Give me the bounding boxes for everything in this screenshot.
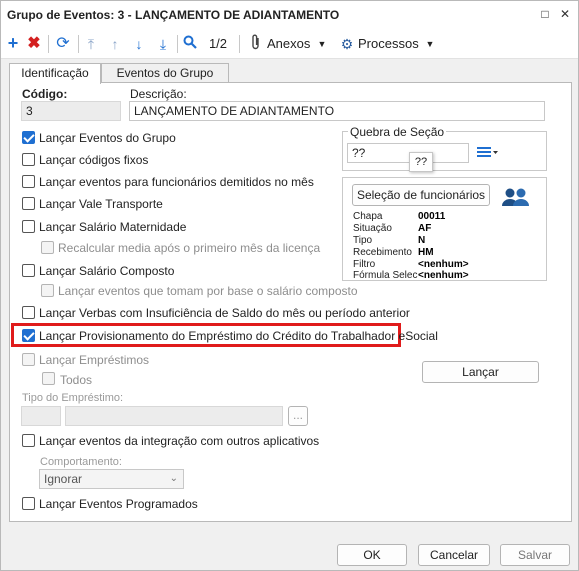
last-record-icon[interactable]: ⤓ bbox=[155, 34, 171, 54]
refresh-icon[interactable]: ⟳ bbox=[54, 34, 72, 54]
toolbar-separator bbox=[48, 35, 49, 53]
tooltip: ?? bbox=[409, 152, 433, 172]
recalcular-media-checkbox[interactable] bbox=[41, 241, 54, 254]
quebra-secao-label: Quebra de Seção bbox=[348, 125, 447, 139]
lancar-eventos-demitidos-checkbox[interactable] bbox=[22, 175, 35, 188]
situacao-value: AF bbox=[418, 223, 432, 234]
paperclip-icon bbox=[249, 34, 263, 54]
situacao-key: Situação bbox=[353, 223, 392, 234]
dialog-window: Grupo de Eventos: 3 - LANÇAMENTO DE ADIA… bbox=[0, 0, 579, 571]
first-record-icon[interactable]: ⤒ bbox=[83, 34, 99, 54]
lancar-verbas-insuficiencia-checkbox[interactable] bbox=[22, 306, 35, 319]
lancar-salario-composto-checkbox[interactable] bbox=[22, 264, 35, 277]
lancar-salario-composto-label: Lançar Salário Composto bbox=[39, 264, 175, 278]
save-button[interactable]: Salvar bbox=[500, 544, 570, 566]
users-icon bbox=[500, 187, 532, 207]
filtro-value: <nenhum> bbox=[418, 259, 469, 270]
lancar-integracao-label: Lançar eventos da integração com outros … bbox=[39, 434, 320, 448]
title-bar: Grupo de Eventos: 3 - LANÇAMENTO DE ADIA… bbox=[1, 1, 578, 29]
list-picker-icon[interactable] bbox=[477, 147, 499, 159]
search-icon[interactable] bbox=[181, 34, 199, 54]
toolbar: + ✖ ⟳ ⤒ ↑ ↓ ⤓ 1/2 Anexos ▼ ⚙ Processos ▼ bbox=[1, 29, 578, 59]
lancar-eventos-grupo-checkbox[interactable] bbox=[22, 131, 35, 144]
tipo-key: Tipo bbox=[353, 235, 373, 246]
codigo-field: 3 bbox=[21, 101, 121, 121]
lancar-vale-transporte-label: Lançar Vale Transporte bbox=[39, 197, 163, 211]
page-indicator: 1/2 bbox=[208, 36, 228, 51]
chapa-key: Chapa bbox=[353, 211, 383, 222]
lancar-programados-label: Lançar Eventos Programados bbox=[39, 497, 198, 511]
lancar-emprestimos-checkbox[interactable] bbox=[22, 353, 35, 366]
filtro-key: Filtro bbox=[353, 259, 376, 270]
toolbar-separator bbox=[78, 35, 79, 53]
lancar-eventos-composto-label: Lançar eventos que tomam por base o salá… bbox=[58, 284, 358, 298]
tipo-emprestimo-description bbox=[65, 406, 283, 426]
lancar-eventos-demitidos-label: Lançar eventos para funcionários demitid… bbox=[39, 175, 314, 189]
codigo-label: Código: bbox=[22, 87, 68, 101]
chapa-value: 00011 bbox=[418, 211, 446, 222]
lancar-provisionamento-label: Lançar Provisionamento do Empréstimo do … bbox=[39, 329, 438, 343]
chevron-down-icon: ⌄ bbox=[169, 473, 178, 484]
comportamento-select[interactable]: Ignorar ⌄ bbox=[39, 469, 184, 489]
comportamento-label: Comportamento: bbox=[40, 456, 122, 468]
toolbar-separator bbox=[239, 35, 240, 53]
tipo-value: N bbox=[418, 235, 426, 246]
processos-menu[interactable]: Processos bbox=[358, 34, 422, 54]
descricao-label: Descrição: bbox=[130, 87, 187, 101]
delete-icon[interactable]: ✖ bbox=[26, 34, 42, 54]
lancar-vale-transporte-checkbox[interactable] bbox=[22, 197, 35, 210]
lancar-emprestimos-label: Lançar Empréstimos bbox=[39, 353, 150, 367]
lancar-salario-maternidade-checkbox[interactable] bbox=[22, 220, 35, 233]
gear-icon: ⚙ bbox=[340, 36, 354, 52]
lancar-eventos-composto-checkbox[interactable] bbox=[41, 284, 54, 297]
tab-eventos-do-grupo[interactable]: Eventos do Grupo bbox=[101, 63, 229, 83]
todos-checkbox[interactable] bbox=[42, 372, 55, 385]
lancar-integracao-checkbox[interactable] bbox=[22, 434, 35, 447]
ok-button[interactable]: OK bbox=[337, 544, 407, 566]
formula-value: <nenhum> bbox=[418, 270, 469, 281]
todos-label: Todos bbox=[60, 373, 93, 387]
tipo-emprestimo-label: Tipo do Empréstimo: bbox=[22, 392, 124, 404]
quebra-secao-input[interactable]: ?? bbox=[347, 143, 469, 163]
lancar-eventos-grupo-label: Lançar Eventos do Grupo bbox=[39, 131, 176, 145]
comportamento-value: Ignorar bbox=[44, 472, 83, 486]
tab-strip: Identificação Eventos do Grupo bbox=[1, 59, 578, 84]
tab-identificacao[interactable]: Identificação bbox=[9, 63, 101, 84]
lancar-codigos-fixos-checkbox[interactable] bbox=[22, 153, 35, 166]
recalcular-media-label: Recalcular media após o primeiro mês da … bbox=[58, 241, 321, 255]
formula-key: Fórmula Selec bbox=[353, 270, 418, 281]
lancar-codigos-fixos-label: Lançar códigos fixos bbox=[39, 153, 149, 167]
close-button[interactable]: ✕ bbox=[558, 7, 572, 21]
tipo-emprestimo-code bbox=[21, 406, 61, 426]
recebimento-value: HM bbox=[418, 247, 434, 258]
lancar-salario-maternidade-label: Lançar Salário Maternidade bbox=[39, 220, 187, 234]
add-icon[interactable]: + bbox=[5, 34, 21, 54]
toolbar-separator bbox=[177, 35, 178, 53]
lancar-button[interactable]: Lançar bbox=[422, 361, 539, 383]
previous-record-icon[interactable]: ↑ bbox=[107, 34, 123, 54]
selecao-funcionarios-button[interactable]: Seleção de funcionários bbox=[352, 184, 490, 206]
lancar-provisionamento-checkbox[interactable] bbox=[22, 329, 35, 342]
recebimento-key: Recebimento bbox=[353, 247, 412, 258]
lancar-programados-checkbox[interactable] bbox=[22, 497, 35, 510]
tipo-emprestimo-lookup-button[interactable]: ... bbox=[288, 406, 308, 426]
next-record-icon[interactable]: ↓ bbox=[131, 34, 147, 54]
restore-button[interactable]: □ bbox=[538, 7, 552, 21]
lancar-verbas-insuficiencia-label: Lançar Verbas com Insuficiência de Saldo… bbox=[39, 306, 410, 320]
chevron-down-icon[interactable]: ▼ bbox=[425, 34, 435, 54]
chevron-down-icon[interactable]: ▼ bbox=[317, 34, 327, 54]
window-title: Grupo de Eventos: 3 - LANÇAMENTO DE ADIA… bbox=[7, 8, 340, 22]
descricao-input[interactable]: LANÇAMENTO DE ADIANTAMENTO bbox=[129, 101, 545, 121]
cancel-button[interactable]: Cancelar bbox=[418, 544, 490, 566]
anexos-menu[interactable]: Anexos bbox=[267, 34, 315, 54]
